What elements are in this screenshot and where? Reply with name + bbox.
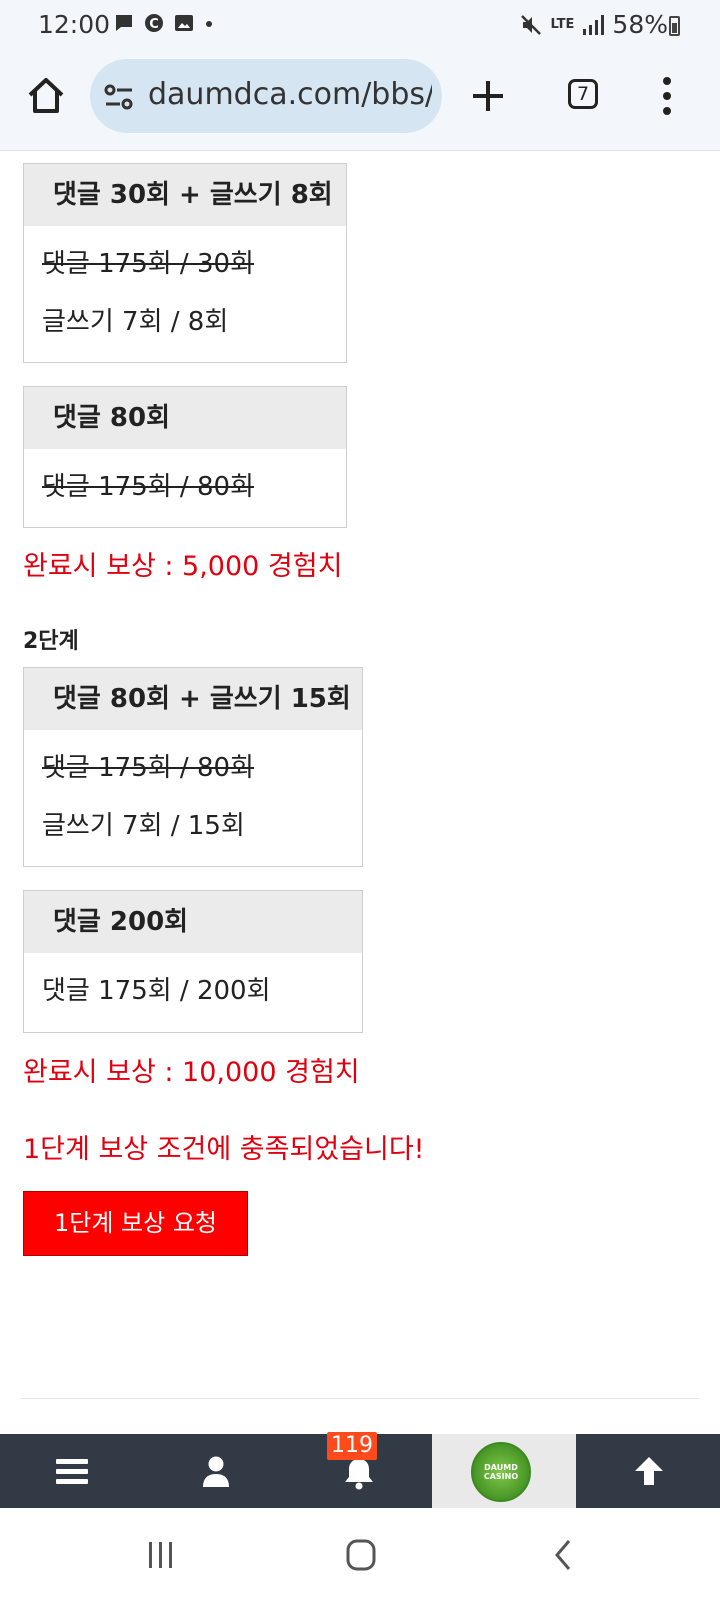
- hamburger-icon: [56, 1459, 88, 1484]
- status-time: 12:00: [38, 10, 111, 39]
- image-icon: [175, 15, 193, 31]
- user-icon: [203, 1456, 229, 1487]
- status-bar: 12:00 C LTE 58%: [0, 0, 720, 52]
- new-tab-icon[interactable]: [470, 78, 506, 114]
- tab-switcher-button[interactable]: 7: [568, 79, 598, 109]
- casino-logo[interactable]: DAUMD CASINO: [471, 1442, 531, 1502]
- message-icon: [116, 15, 132, 31]
- c-app-icon: C: [145, 14, 163, 32]
- nav-profile[interactable]: [144, 1434, 288, 1508]
- task-title: 댓글 80회 + 글쓰기 15회: [24, 668, 362, 730]
- recent-apps-icon[interactable]: [147, 1540, 175, 1570]
- stage2-reward: 완료시 보상 : 10,000 경험치: [23, 1057, 360, 1088]
- stage2-label: 2단계: [23, 629, 79, 654]
- stage1-reward: 완료시 보상 : 5,000 경험치: [23, 551, 343, 582]
- url-text[interactable]: daumdca.com/bbs/p: [148, 77, 432, 112]
- dot-icon: [206, 21, 212, 27]
- browser-toolbar: daumdca.com/bbs/p 7: [0, 52, 720, 151]
- home-nav-icon[interactable]: [345, 1538, 377, 1572]
- battery-percent: 58%: [612, 10, 668, 39]
- reward-request-button[interactable]: 1단계 보상 요청: [23, 1191, 248, 1256]
- task-box: 댓글 200회 댓글 175회 / 200회: [23, 890, 363, 1033]
- task-box: 댓글 80회 + 글쓰기 15회 댓글 175회 / 80회 글쓰기 7회 / …: [23, 667, 363, 867]
- task-box: 댓글 30회 + 글쓰기 8회 댓글 175회 / 30회 글쓰기 7회 / 8…: [23, 163, 347, 363]
- task-title: 댓글 30회 + 글쓰기 8회: [24, 164, 346, 226]
- nav-menu[interactable]: [0, 1434, 144, 1508]
- system-navigation-bar: [0, 1508, 720, 1600]
- network-type: LTE: [550, 17, 575, 32]
- logo-text: DAUMD CASINO: [483, 1463, 519, 1481]
- task-progress-line: 글쓰기 7회 / 8회: [42, 307, 229, 337]
- task-progress-line: 글쓰기 7회 / 15회: [42, 811, 245, 841]
- address-bar[interactable]: daumdca.com/bbs/p: [90, 59, 442, 133]
- signal-icon: [583, 14, 605, 35]
- task-progress-line: 댓글 175회 / 80회: [42, 472, 254, 502]
- task-progress-line: 댓글 175회 / 30회: [42, 249, 254, 279]
- status-notification-icons: C: [114, 13, 214, 33]
- bell-icon: [345, 1459, 373, 1490]
- nav-scroll-top[interactable]: [576, 1434, 720, 1508]
- task-progress-line: 댓글 175회 / 80회: [42, 753, 254, 783]
- more-menu-icon[interactable]: [662, 76, 672, 116]
- svg-text:C: C: [149, 17, 159, 32]
- back-icon[interactable]: [553, 1538, 573, 1572]
- status-right: LTE 58%: [519, 10, 668, 39]
- home-icon[interactable]: [24, 74, 68, 118]
- bottom-nav: 119 DAUMD CASINO: [0, 1432, 720, 1508]
- task-title: 댓글 200회: [24, 891, 362, 953]
- task-box: 댓글 80회 댓글 175회 / 80회: [23, 386, 347, 528]
- task-progress-line: 댓글 175회 / 200회: [42, 976, 271, 1006]
- site-settings-icon[interactable]: [104, 83, 134, 111]
- task-title: 댓글 80회: [24, 387, 346, 449]
- completion-notice: 1단계 보상 조건에 충족되었습니다!: [23, 1134, 425, 1165]
- divider: [20, 1398, 700, 1399]
- arrow-up-icon: [635, 1457, 663, 1485]
- mute-icon: [520, 14, 541, 35]
- notification-badge: 119: [327, 1432, 377, 1460]
- battery-icon: [669, 16, 680, 36]
